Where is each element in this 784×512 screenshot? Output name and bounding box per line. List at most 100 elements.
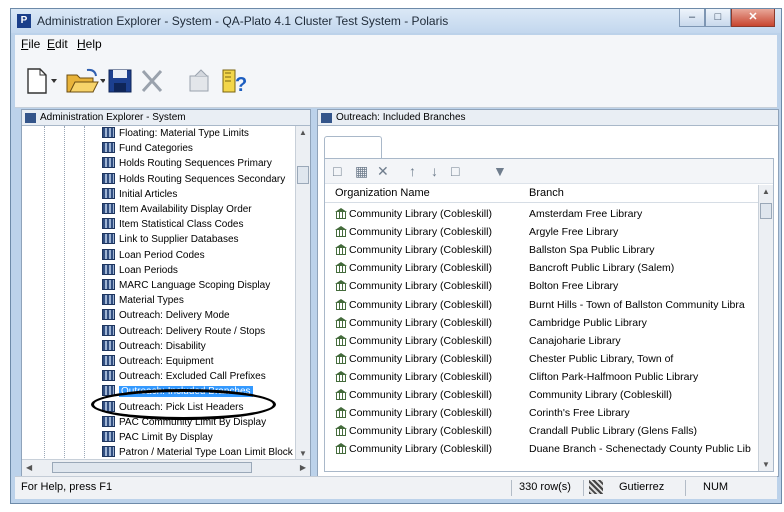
organization-name: Community Library (Cobleskill)	[349, 425, 492, 438]
organization-cell: Community Library (Cobleskill)	[325, 223, 509, 241]
tree-item[interactable]: Outreach: Delivery Route / Stops	[102, 324, 265, 339]
minimize-button[interactable]: –	[679, 9, 705, 27]
tree-item-label: Fund Categories	[119, 143, 193, 155]
library-building-icon	[335, 334, 347, 346]
properties-icon[interactable]	[187, 67, 213, 95]
status-divider	[685, 480, 686, 496]
tree-item-label: PAC Community Limit By Display	[119, 416, 267, 428]
menu-file[interactable]: File	[21, 37, 40, 51]
status-bar: For Help, press F1 330 row(s) Gutierrez …	[15, 476, 777, 499]
branch-cell: Clifton Park-Halfmoon Public Library	[529, 370, 699, 383]
tree-item[interactable]: Patron / Material Type Loan Limit Block	[102, 445, 293, 460]
table-icon	[102, 370, 115, 382]
tree-item-label: Outreach: Disability	[119, 340, 206, 352]
organization-cell: Community Library (Cobleskill)	[325, 259, 509, 277]
tree-horizontal-scrollbar[interactable]: ◀ ▶	[22, 459, 310, 476]
branches-tab[interactable]	[324, 136, 382, 159]
table-icon	[102, 339, 115, 351]
table-icon	[102, 142, 115, 154]
scroll-right-arrow-icon[interactable]: ▶	[300, 463, 306, 472]
table-row[interactable]: Community Library (Cobleskill) Amsterdam …	[325, 205, 759, 223]
save-icon[interactable]	[107, 67, 133, 95]
move-down-icon[interactable]: ↓	[431, 163, 438, 179]
table-row[interactable]: Community Library (Cobleskill) Burnt Hill…	[325, 296, 759, 314]
table-row[interactable]: Community Library (Cobleskill) Corinth's …	[325, 404, 759, 422]
scroll-thumb[interactable]	[760, 203, 772, 219]
table-row[interactable]: Community Library (Cobleskill) Canajohari…	[325, 332, 759, 350]
tree-item[interactable]: Material Types	[102, 293, 184, 308]
table-row[interactable]: Community Library (Cobleskill) Bolton Fre…	[325, 277, 759, 295]
table-row[interactable]: Community Library (Cobleskill) Ballston S…	[325, 241, 759, 259]
table-row[interactable]: Community Library (Cobleskill) Duane Bran…	[325, 440, 759, 458]
table-row[interactable]: Community Library (Cobleskill) Community …	[325, 386, 759, 404]
tree-item[interactable]: Outreach: Delivery Mode	[102, 308, 230, 323]
table-row[interactable]: Community Library (Cobleskill) Bancroft P…	[325, 259, 759, 277]
table-row[interactable]: Community Library (Cobleskill) Clifton Pa…	[325, 368, 759, 386]
tree-item[interactable]: PAC Community Limit By Display	[102, 415, 266, 430]
tree-item[interactable]: Fund Categories	[102, 141, 193, 156]
tree-item[interactable]: MARC Language Scoping Display	[102, 278, 270, 293]
scroll-left-arrow-icon[interactable]: ◀	[26, 463, 32, 472]
table-row[interactable]: Community Library (Cobleskill) Chester Pu…	[325, 350, 759, 368]
table-row[interactable]: Community Library (Cobleskill) Argyle Fre…	[325, 223, 759, 241]
scroll-thumb[interactable]	[297, 166, 309, 184]
close-button[interactable]: ✕	[731, 9, 775, 27]
new-folder-icon[interactable]: □	[451, 163, 459, 179]
move-up-icon[interactable]: ↑	[409, 163, 416, 179]
filter-icon[interactable]: ▼	[493, 163, 507, 179]
menu-edit[interactable]: Edit	[47, 37, 68, 51]
table-icon	[102, 446, 115, 458]
tree-item[interactable]: Initial Articles	[102, 187, 177, 202]
remove-icon[interactable]: ✕	[377, 163, 389, 180]
tree-item[interactable]: Item Statistical Class Codes	[102, 217, 244, 232]
organization-cell: Community Library (Cobleskill)	[325, 404, 509, 422]
delete-icon[interactable]	[139, 67, 165, 95]
add-icon[interactable]: □	[333, 163, 341, 179]
tree-item[interactable]: Outreach: Pick List Headers	[102, 400, 244, 415]
tree-item[interactable]: Item Availability Display Order	[102, 202, 252, 217]
scroll-up-arrow-icon[interactable]: ▲	[299, 128, 307, 137]
explorer-tree[interactable]: Floating: Material Type Limits Fund Categ…	[22, 126, 296, 460]
table-row[interactable]: Community Library (Cobleskill) Cambridge …	[325, 314, 759, 332]
tree-item[interactable]: Holds Routing Sequences Primary	[102, 156, 272, 171]
tree-vertical-scrollbar[interactable]: ▲ ▼	[295, 126, 310, 460]
organization-cell: Community Library (Cobleskill)	[325, 368, 509, 386]
tree-item[interactable]: Holds Routing Sequences Secondary	[102, 172, 285, 187]
scroll-down-arrow-icon[interactable]: ▼	[299, 449, 307, 458]
branch-cell: Ballston Spa Public Library	[529, 244, 655, 257]
edit-icon[interactable]: ▦	[355, 163, 368, 180]
organization-name: Community Library (Cobleskill)	[349, 352, 492, 365]
branch-cell: Argyle Free Library	[529, 226, 619, 239]
table-icon	[102, 172, 115, 184]
tree-item[interactable]: Outreach: Equipment	[102, 354, 214, 369]
tree-item[interactable]: PAC Limit By Display	[102, 430, 213, 445]
table-icon	[102, 385, 115, 397]
maximize-button[interactable]: □	[705, 9, 731, 27]
column-header-organization[interactable]: Organization Name	[335, 187, 430, 199]
tree-item[interactable]: Floating: Material Type Limits	[102, 126, 249, 141]
branch-cell: Bolton Free Library	[529, 280, 619, 293]
organization-name: Community Library (Cobleskill)	[349, 389, 492, 401]
library-building-icon	[335, 407, 347, 419]
grid-vertical-scrollbar[interactable]: ▲ ▼	[758, 185, 773, 471]
library-building-icon	[335, 352, 347, 364]
tree-item[interactable]: Link to Supplier Databases	[102, 232, 239, 247]
tree-item[interactable]: Outreach: Included Branches	[102, 384, 253, 399]
tree-item[interactable]: Loan Period Codes	[102, 248, 205, 263]
scroll-thumb[interactable]	[52, 462, 252, 473]
scroll-up-arrow-icon[interactable]: ▲	[762, 187, 770, 196]
column-header-branch[interactable]: Branch	[529, 187, 564, 199]
help-icon[interactable]: ?	[221, 67, 251, 96]
explorer-header-icon	[25, 113, 36, 123]
organization-cell: Community Library (Cobleskill)	[325, 314, 509, 332]
included-branches-panel: Outreach: Included Branches □ ▦ ✕ ↑ ↓ □ …	[317, 109, 779, 477]
open-folder-icon[interactable]	[65, 67, 106, 95]
menu-help[interactable]: Help	[77, 37, 102, 51]
tree-item[interactable]: Outreach: Disability	[102, 339, 206, 354]
explorer-panel-header: Administration Explorer - System	[22, 110, 310, 126]
new-icon[interactable]	[25, 67, 59, 95]
tree-item[interactable]: Outreach: Excluded Call Prefixes	[102, 369, 266, 384]
table-row[interactable]: Community Library (Cobleskill) Crandall P…	[325, 422, 759, 440]
scroll-down-arrow-icon[interactable]: ▼	[762, 460, 770, 469]
tree-item[interactable]: Loan Periods	[102, 263, 178, 278]
